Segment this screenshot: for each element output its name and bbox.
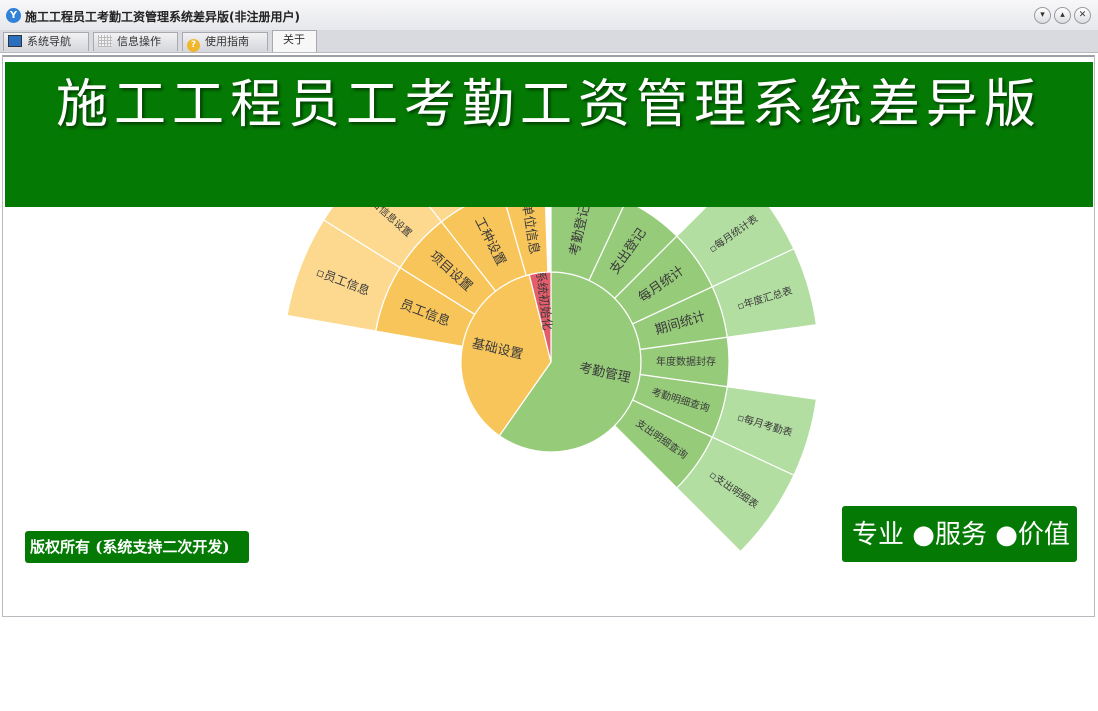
copyright-badge: 版权所有 (系统支持二次开发) xyxy=(25,531,249,563)
banner: 施工工程员工考勤工资管理系统差异版 xyxy=(5,62,1093,207)
sunburst-item-label: 年度数据封存 xyxy=(656,355,716,368)
slogan-badge: 专业 ●服务 ●价值 xyxy=(842,506,1077,562)
banner-title: 施工工程员工考勤工资管理系统差异版 xyxy=(55,75,1042,135)
